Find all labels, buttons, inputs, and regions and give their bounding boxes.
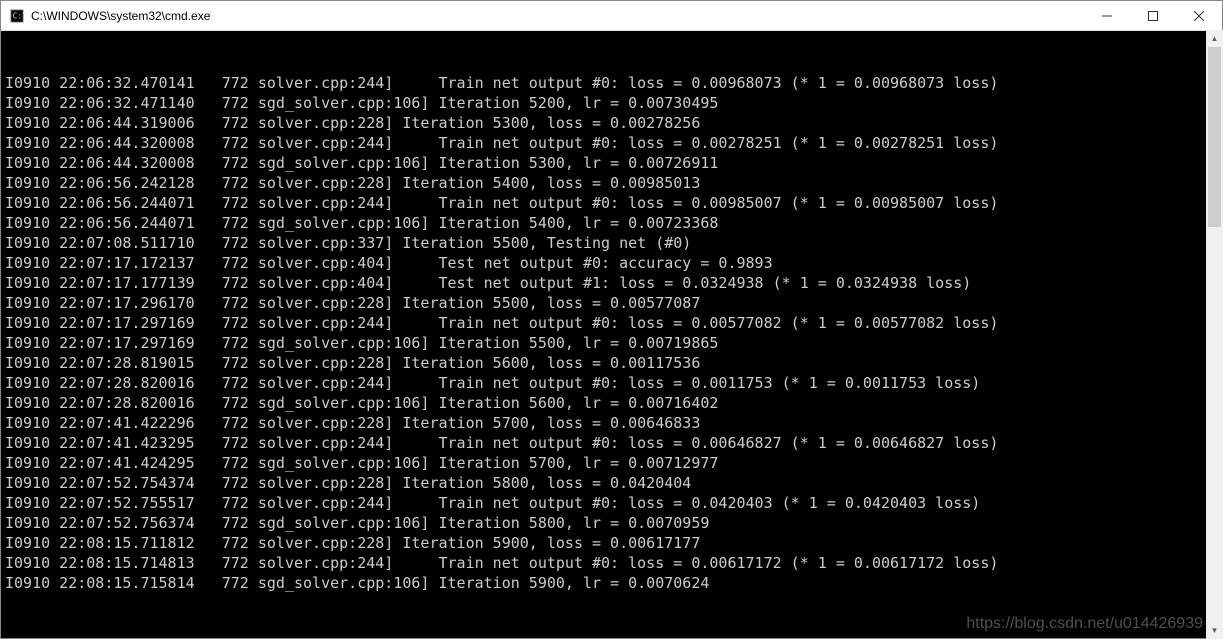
terminal-line: I0910 22:08:15.711812 772 solver.cpp:228…: [5, 533, 1218, 553]
terminal-line: I0910 22:07:17.177139 772 solver.cpp:404…: [5, 273, 1218, 293]
terminal-line: I0910 22:07:17.172137 772 solver.cpp:404…: [5, 253, 1218, 273]
terminal-output[interactable]: I0910 22:06:32.470141 772 solver.cpp:244…: [1, 31, 1222, 638]
terminal-line: I0910 22:07:41.423295 772 solver.cpp:244…: [5, 433, 1218, 453]
terminal-line: I0910 22:07:41.424295 772 sgd_solver.cpp…: [5, 453, 1218, 473]
terminal-line: I0910 22:06:32.470141 772 solver.cpp:244…: [5, 73, 1218, 93]
terminal-line: I0910 22:07:28.820016 772 sgd_solver.cpp…: [5, 393, 1218, 413]
terminal-line: I0910 22:07:28.819015 772 solver.cpp:228…: [5, 353, 1218, 373]
close-button[interactable]: [1176, 1, 1222, 30]
cmd-window: C:\ C:\WINDOWS\system32\cmd.exe I0910 22…: [0, 0, 1223, 639]
terminal-line: I0910 22:07:52.755517 772 solver.cpp:244…: [5, 493, 1218, 513]
window-title: C:\WINDOWS\system32\cmd.exe: [31, 9, 1084, 23]
terminal-line: I0910 22:07:17.296170 772 solver.cpp:228…: [5, 293, 1218, 313]
titlebar[interactable]: C:\ C:\WINDOWS\system32\cmd.exe: [1, 1, 1222, 31]
cmd-icon: C:\: [9, 8, 25, 24]
terminal-line: I0910 22:06:56.244071 772 solver.cpp:244…: [5, 193, 1218, 213]
maximize-button[interactable]: [1130, 1, 1176, 30]
scrollbar-down-button[interactable]: ▼: [1206, 622, 1223, 639]
terminal-line: I0910 22:06:56.244071 772 sgd_solver.cpp…: [5, 213, 1218, 233]
terminal-line: I0910 22:06:44.319006 772 solver.cpp:228…: [5, 113, 1218, 133]
terminal-line: I0910 22:07:08.511710 772 solver.cpp:337…: [5, 233, 1218, 253]
terminal-line: I0910 22:07:41.422296 772 solver.cpp:228…: [5, 413, 1218, 433]
terminal-line: I0910 22:07:17.297169 772 solver.cpp:244…: [5, 313, 1218, 333]
window-controls: [1084, 1, 1222, 30]
terminal-line: I0910 22:08:15.715814 772 sgd_solver.cpp…: [5, 573, 1218, 593]
scrollbar-track[interactable]: [1206, 47, 1223, 622]
svg-text:C:\: C:\: [13, 11, 24, 20]
terminal-line: I0910 22:06:32.471140 772 sgd_solver.cpp…: [5, 93, 1218, 113]
terminal-line: I0910 22:06:44.320008 772 solver.cpp:244…: [5, 133, 1218, 153]
scrollbar-up-button[interactable]: ▲: [1206, 30, 1223, 47]
terminal-line: I0910 22:07:17.297169 772 sgd_solver.cpp…: [5, 333, 1218, 353]
vertical-scrollbar[interactable]: ▲ ▼: [1206, 30, 1223, 639]
terminal-line: I0910 22:07:52.756374 772 sgd_solver.cpp…: [5, 513, 1218, 533]
terminal-line: I0910 22:07:52.754374 772 solver.cpp:228…: [5, 473, 1218, 493]
minimize-button[interactable]: [1084, 1, 1130, 30]
terminal-line: I0910 22:08:15.714813 772 solver.cpp:244…: [5, 553, 1218, 573]
terminal-line: I0910 22:07:28.820016 772 solver.cpp:244…: [5, 373, 1218, 393]
terminal-line: I0910 22:06:44.320008 772 sgd_solver.cpp…: [5, 153, 1218, 173]
terminal-line: I0910 22:06:56.242128 772 solver.cpp:228…: [5, 173, 1218, 193]
scrollbar-thumb[interactable]: [1208, 47, 1221, 227]
